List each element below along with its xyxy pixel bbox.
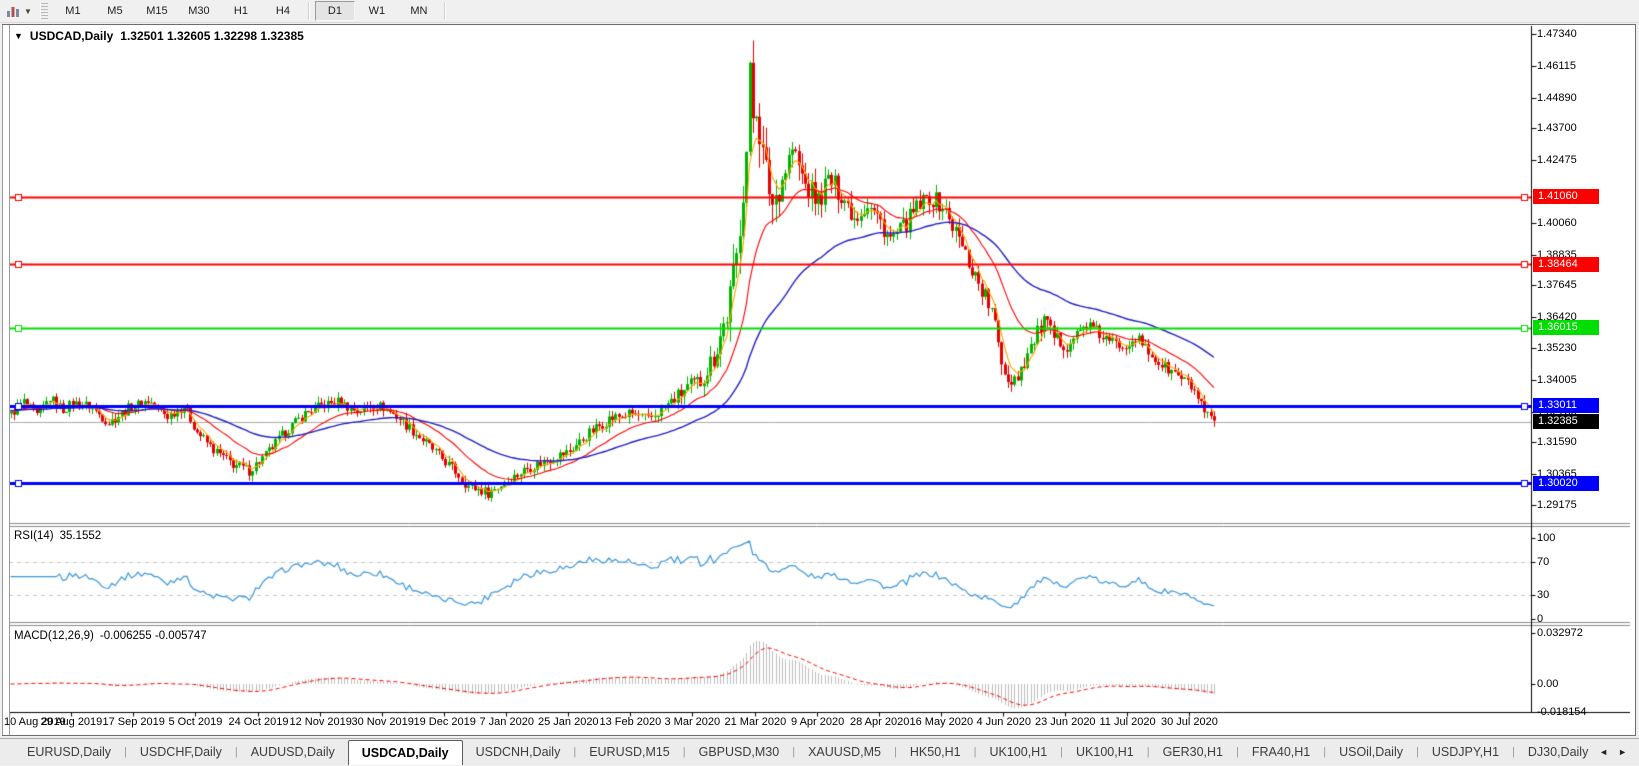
macd-name: MACD(12,26,9) (14, 630, 94, 642)
ohlc-values: 1.32501 1.32605 1.32298 1.32385 (120, 29, 304, 43)
macd-indicator-label: MACD(12,26,9) -0.006255 -0.005747 (14, 630, 207, 642)
window-drag-strip[interactable] (2, 25, 10, 735)
price-chart-canvas[interactable] (0, 0, 1639, 766)
rsi-indicator-label: RSI(14) 35.1552 (14, 530, 101, 542)
macd-values: -0.006255 -0.005747 (99, 630, 207, 642)
symbol-period-label: USDCAD,Daily (29, 29, 114, 43)
rsi-value: 35.1552 (59, 530, 102, 542)
collapse-icon: ▼ (14, 31, 23, 41)
chart-title: ▼ USDCAD,Daily 1.32501 1.32605 1.32298 1… (14, 29, 304, 43)
rsi-name: RSI(14) (14, 530, 54, 542)
